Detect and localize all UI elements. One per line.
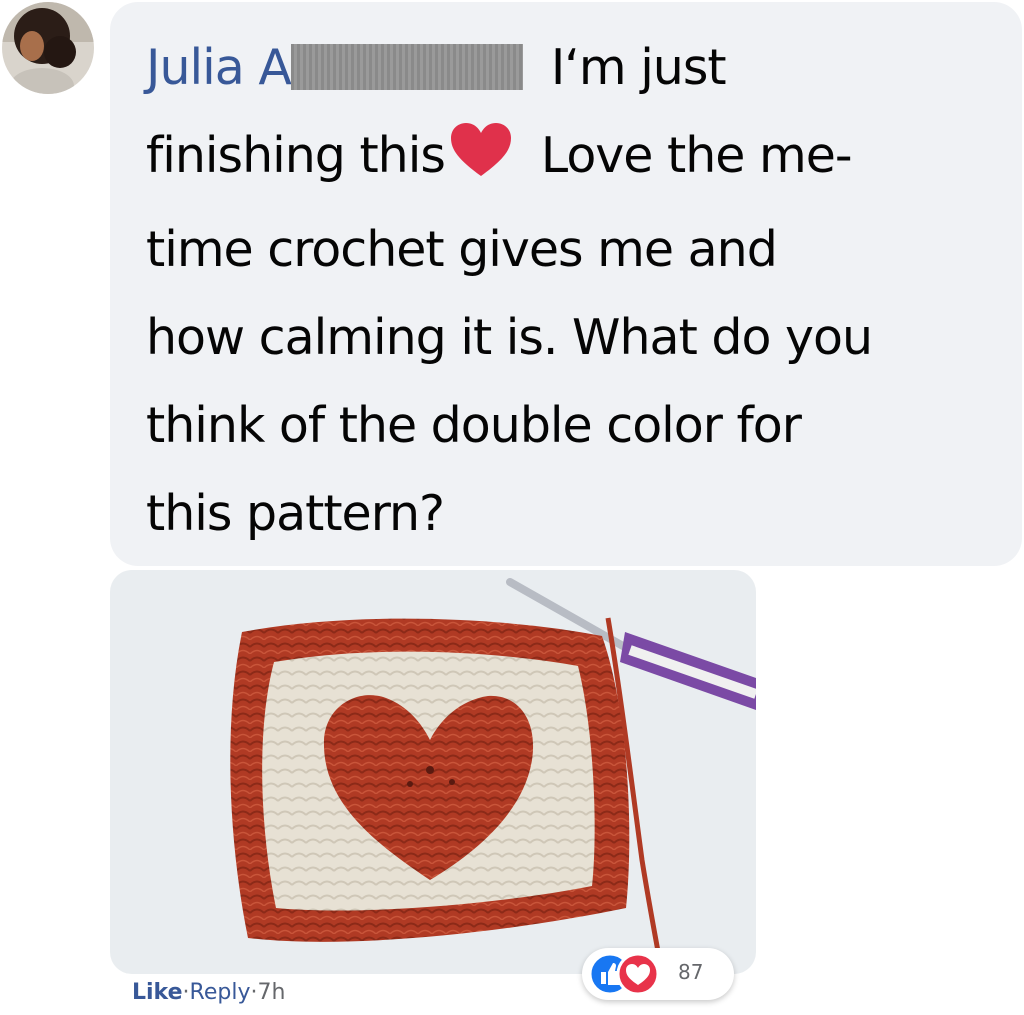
comment-line-1: I‘m just [550,39,727,96]
reaction-summary[interactable]: 87 [582,948,734,1000]
reaction-count: 87 [678,960,704,984]
timestamp[interactable]: 7h [257,980,285,1005]
avatar-photo [2,2,94,94]
attached-photo[interactable] [110,570,756,974]
author-name[interactable]: Julia A [146,39,292,96]
comment-actions: Like·Reply·7h [132,980,285,1005]
crochet-square-image [110,570,756,974]
like-button[interactable]: Like [132,980,183,1005]
comment-line-6: this pattern? [146,485,445,542]
comment-line-4: how calming it is. What do you [146,309,873,366]
love-icon [616,952,660,996]
reply-button[interactable]: Reply [190,980,251,1005]
red-heart-icon [449,118,513,206]
avatar[interactable] [2,2,94,94]
comment-line-2a: finishing this [146,127,446,184]
comment-line-5: think of the double color for [146,397,802,454]
comment-text: Julia A I‘m just finishing this Love the m… [146,24,998,558]
comment-line-3: time crochet gives me and [146,221,778,278]
redacted-name [290,44,523,90]
comment-line-2b: Love the me- [540,127,853,184]
separator-1: · [182,980,190,1005]
comment-bubble: Julia A I‘m just finishing this Love the m… [110,2,1022,566]
